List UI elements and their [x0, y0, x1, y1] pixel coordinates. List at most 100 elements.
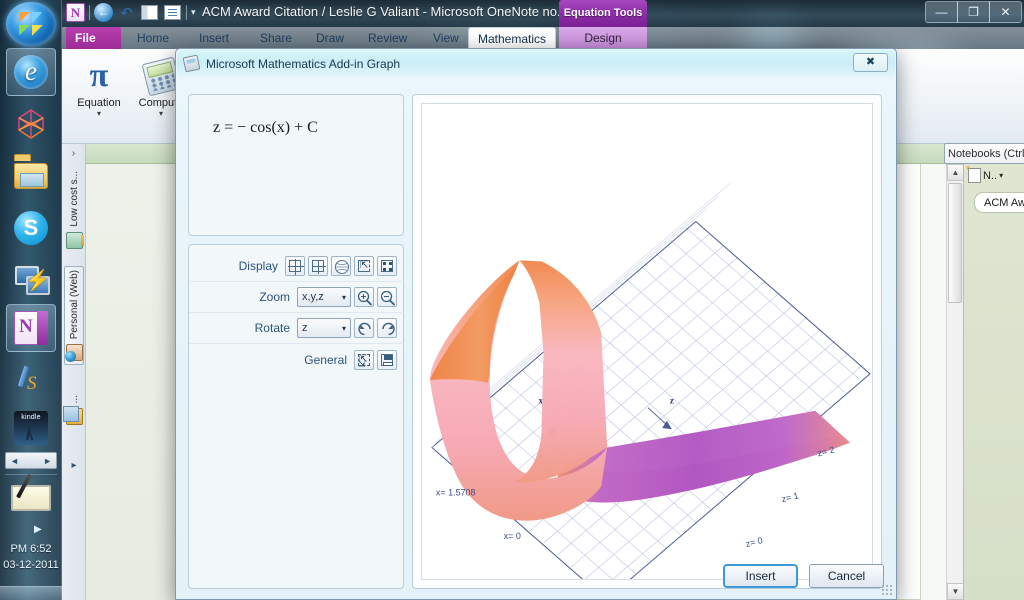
- taskbar-clock[interactable]: PM 6:52 03-12-2011: [0, 541, 62, 573]
- rotate-label: Rotate: [254, 321, 290, 335]
- grid-panes-icon[interactable]: [308, 256, 328, 276]
- rotate-cw-icon[interactable]: [377, 318, 397, 338]
- display-label: Display: [238, 259, 278, 273]
- scroll-right-icon[interactable]: ►: [39, 456, 56, 466]
- onenote-logo-icon[interactable]: N: [66, 3, 85, 22]
- insert-button[interactable]: Insert: [723, 564, 798, 588]
- taskbar-item-network-graph[interactable]: [6, 100, 56, 148]
- scroll-up-button[interactable]: ▲: [947, 164, 964, 181]
- onenote-icon: [14, 311, 48, 345]
- ribbon-tab-strip: File Home Insert Share Draw Review View …: [62, 27, 1024, 74]
- globe-icon[interactable]: [331, 256, 351, 276]
- tab-file[interactable]: File: [66, 27, 121, 49]
- taskbar-scroller[interactable]: ◄ ►: [5, 452, 57, 469]
- graph-canvas[interactable]: x z y: [421, 103, 873, 580]
- back-button[interactable]: ←: [94, 3, 113, 22]
- notebook-label: ...: [68, 395, 80, 404]
- full-page-view-icon[interactable]: [163, 3, 182, 22]
- fullscreen-icon[interactable]: [377, 256, 397, 276]
- taskbar-item-remote-desktop[interactable]: ⚡: [6, 256, 56, 304]
- tab-design[interactable]: Design: [559, 27, 647, 49]
- ie-icon: [14, 55, 48, 89]
- taskbar-item-file-explorer[interactable]: [6, 152, 56, 200]
- scroll-left-icon[interactable]: ◄: [6, 456, 23, 466]
- show-desktop-button[interactable]: [0, 586, 62, 600]
- onenote-titlebar[interactable]: N ← ↶ ▾ ACM Award Citation / Leslie G Va…: [62, 0, 1024, 27]
- zoom-in-icon[interactable]: [354, 287, 374, 307]
- equation-text: z = − cos(x) + C: [213, 119, 318, 136]
- zoom-out-icon[interactable]: [377, 287, 397, 307]
- restore-button[interactable]: ❐: [957, 1, 990, 23]
- surface-plot: x z y: [429, 182, 871, 579]
- page-list-panel: N.. ▾ ‹ ACM Aw: [963, 144, 1024, 600]
- tablet-input-panel-icon: [11, 485, 51, 511]
- search-input[interactable]: Notebooks (Ctrl+E) 🔍 ▾: [944, 143, 1024, 164]
- equation-button[interactable]: π Equation ▾: [70, 55, 128, 118]
- start-button[interactable]: [6, 2, 56, 46]
- dialog-title: Microsoft Mathematics Add-in Graph: [206, 56, 401, 71]
- dock-to-desktop-icon[interactable]: [140, 3, 159, 22]
- customize-qat-icon[interactable]: ▾: [191, 7, 196, 18]
- page-scrollbar[interactable]: ▲ ▼: [946, 164, 964, 600]
- z-tick-1: z= 1: [780, 490, 799, 504]
- grid-cross-icon[interactable]: [285, 256, 305, 276]
- reset-view-icon[interactable]: ⇱ ⇲: [354, 349, 374, 370]
- notebook-label: Personal (Web): [68, 270, 80, 340]
- save-icon[interactable]: [377, 349, 397, 370]
- x-tick-2: x= 0: [504, 531, 521, 541]
- tray-expand-icon[interactable]: ▶: [34, 524, 42, 535]
- tray-item-input-panel[interactable]: [6, 478, 56, 518]
- kindle-icon: [14, 411, 48, 445]
- chevron-down-icon[interactable]: ▾: [342, 293, 346, 302]
- divider: [89, 5, 90, 20]
- skype-icon: [14, 211, 48, 245]
- close-button[interactable]: ✕: [989, 1, 1022, 23]
- minimize-button[interactable]: —: [925, 1, 958, 23]
- tab-review[interactable]: Review: [359, 27, 416, 49]
- rotate-ccw-icon[interactable]: [354, 318, 374, 338]
- taskbar-item-kindle[interactable]: [6, 404, 56, 452]
- search-placeholder: Notebooks (Ctrl+E): [948, 147, 1024, 160]
- taskbar-item-skype[interactable]: [6, 204, 56, 252]
- window-controls: — ❐ ✕: [925, 1, 1022, 23]
- cancel-button[interactable]: Cancel: [809, 564, 884, 588]
- new-page-button[interactable]: N.. ▾: [966, 164, 1003, 183]
- tab-insert[interactable]: Insert: [190, 27, 238, 49]
- x-tick-1: x= 1.5708: [436, 487, 476, 497]
- dialog-titlebar[interactable]: Microsoft Mathematics Add-in Graph: [177, 50, 895, 77]
- notebook-low-cost[interactable]: Low cost s...: [64, 168, 84, 252]
- tab-share[interactable]: Share: [251, 27, 301, 49]
- equation-button-label: Equation: [77, 97, 121, 109]
- network-icon: [14, 107, 48, 141]
- chevron-down-icon[interactable]: ▾: [999, 171, 1003, 180]
- scroll-down-button[interactable]: ▼: [947, 583, 964, 600]
- expand-navigation-icon[interactable]: ›: [62, 144, 85, 163]
- graph-preview-pane[interactable]: x z y: [412, 94, 882, 589]
- rotate-axis-select[interactable]: z ▾: [297, 318, 351, 338]
- tab-home[interactable]: Home: [128, 27, 178, 49]
- notebook-personal-web[interactable]: Personal (Web): [64, 266, 84, 366]
- chevron-down-icon[interactable]: ▾: [70, 109, 128, 118]
- scrollbar-thumb[interactable]: [948, 183, 962, 303]
- expand-arrow-icon[interactable]: ⇱: [354, 256, 374, 276]
- pi-icon: π: [89, 57, 109, 94]
- notebook-more[interactable]: ...: [62, 392, 84, 428]
- undo-button[interactable]: ↶: [117, 3, 136, 22]
- taskbar-item-internet-explorer[interactable]: [6, 48, 56, 96]
- window-title: ACM Award Citation / Leslie G Valiant - …: [202, 4, 568, 19]
- notebook-web-icon: [64, 344, 83, 363]
- collapse-navigation-icon[interactable]: ▸: [62, 456, 86, 475]
- dialog-footer: Insert Cancel: [188, 563, 884, 589]
- taskbar-item-ink-notes[interactable]: [6, 356, 56, 404]
- folder-icon: [14, 159, 48, 193]
- chevron-down-icon[interactable]: ▾: [342, 324, 346, 333]
- taskbar-item-onenote[interactable]: [6, 304, 56, 352]
- tab-mathematics[interactable]: Mathematics: [468, 27, 557, 49]
- resize-grip[interactable]: [881, 584, 892, 595]
- tab-draw[interactable]: Draw: [307, 27, 353, 49]
- page-list-item[interactable]: ACM Aw: [974, 192, 1024, 213]
- page-left-margin: [86, 164, 182, 600]
- zoom-axis-select[interactable]: x,y,z ▾: [297, 287, 351, 307]
- dialog-close-button[interactable]: ✖: [853, 53, 888, 72]
- tab-view[interactable]: View: [424, 27, 468, 49]
